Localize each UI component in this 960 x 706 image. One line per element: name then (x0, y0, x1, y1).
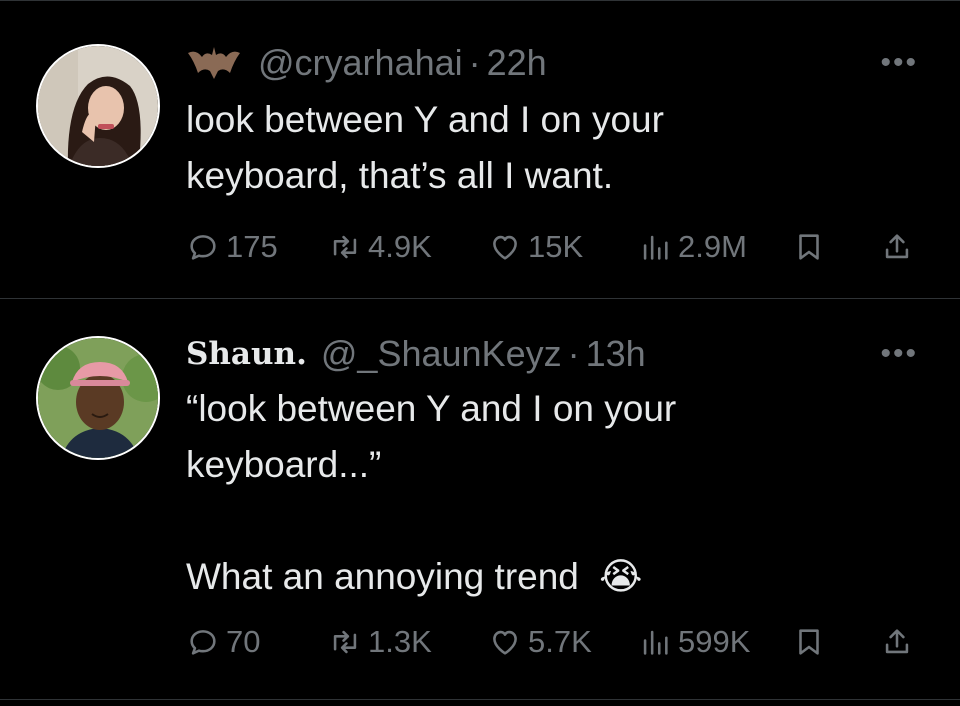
views-chart-icon (643, 630, 668, 655)
repost-count: 4.9K (368, 229, 432, 264)
reply-button[interactable]: 70 (186, 617, 260, 667)
separator-dot: · (567, 333, 580, 374)
bat-icon (186, 43, 242, 83)
view-count: 599K (678, 624, 751, 659)
tweet-1[interactable]: @cryarhahai · 22h ••• look between Y and… (0, 0, 960, 298)
views-button[interactable]: 599K (638, 617, 750, 667)
avatar-image (38, 338, 158, 458)
more-options-button[interactable]: ••• (880, 337, 918, 371)
heart-icon (493, 235, 517, 260)
author-handle[interactable]: @_ShaunKeyz (321, 333, 562, 375)
bookmark-icon (799, 629, 819, 655)
repost-button[interactable]: 4.9K (328, 222, 432, 272)
timestamp[interactable]: 13h (586, 333, 646, 375)
avatar[interactable] (36, 44, 160, 168)
share-button[interactable] (880, 222, 914, 272)
bookmark-button[interactable] (792, 617, 826, 667)
tweet-header: Shaun. @_ShaunKeyz · 13h (186, 331, 646, 377)
tweet-actions: 70 1.3K 5.7K 599K (186, 617, 920, 667)
tweet-actions: 175 4.9K 15K 2.9M (186, 222, 920, 272)
avatar-image (38, 46, 158, 166)
reply-icon (190, 630, 216, 655)
view-count: 2.9M (678, 229, 747, 264)
bookmark-icon (799, 234, 819, 260)
separator-dot: · (468, 42, 481, 83)
repost-icon (333, 235, 357, 259)
tweet-text: look between Y and I on your keyboard, t… (186, 99, 664, 196)
repost-icon (333, 630, 357, 654)
reply-count: 70 (226, 624, 261, 659)
tweet-header: @cryarhahai · 22h (186, 40, 547, 86)
heart-icon (493, 630, 517, 655)
like-button[interactable]: 15K (488, 222, 583, 272)
views-button[interactable]: 2.9M (638, 222, 747, 272)
share-icon (885, 629, 909, 654)
reply-button[interactable]: 175 (186, 222, 278, 272)
tweet-2[interactable]: Shaun. @_ShaunKeyz · 13h ••• “look betwe… (0, 299, 960, 699)
like-count: 5.7K (528, 624, 592, 659)
timestamp[interactable]: 22h (487, 42, 547, 84)
bookmark-button[interactable] (792, 222, 826, 272)
views-chart-icon (643, 235, 668, 260)
more-options-button[interactable]: ••• (880, 46, 918, 80)
like-count: 15K (528, 229, 584, 264)
reply-count: 175 (226, 229, 278, 264)
share-button[interactable] (880, 617, 914, 667)
like-button[interactable]: 5.7K (488, 617, 592, 667)
loudly-crying-face-emoji: 😭 (599, 556, 643, 597)
reply-icon (190, 235, 216, 260)
share-icon (885, 234, 909, 259)
tweet-body: “look between Y and I on your keyboard..… (186, 381, 676, 605)
repost-button[interactable]: 1.3K (328, 617, 432, 667)
avatar[interactable] (36, 336, 160, 460)
repost-count: 1.3K (368, 624, 432, 659)
author-handle[interactable]: @cryarhahai (258, 42, 463, 84)
bottom-divider (0, 699, 960, 700)
display-name[interactable]: Shaun. (186, 336, 307, 372)
